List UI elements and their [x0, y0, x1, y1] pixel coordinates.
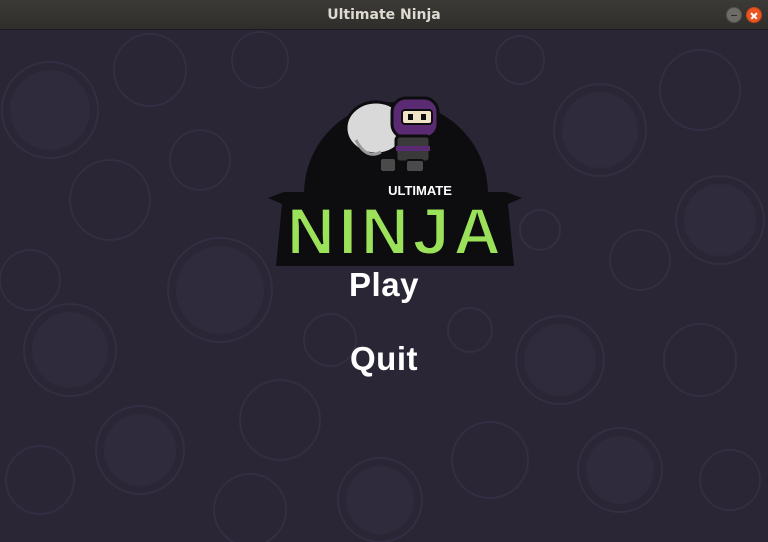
close-icon[interactable] — [746, 7, 762, 23]
window-title: Ultimate Ninja — [327, 7, 441, 23]
play-button[interactable]: Play — [284, 266, 484, 304]
game-canvas: ULTIMATE NINJA Play Quit — [0, 30, 768, 542]
minimize-icon[interactable] — [726, 7, 742, 23]
quit-button[interactable]: Quit — [284, 340, 484, 378]
logo-big-text: NINJA — [287, 194, 505, 266]
title-bar[interactable]: Ultimate Ninja — [0, 0, 768, 30]
ultimate-ninja-logo: ULTIMATE NINJA — [268, 96, 522, 266]
game-window: Ultimate Ninja ULTIMATE NINJA Play Quit — [0, 0, 768, 542]
